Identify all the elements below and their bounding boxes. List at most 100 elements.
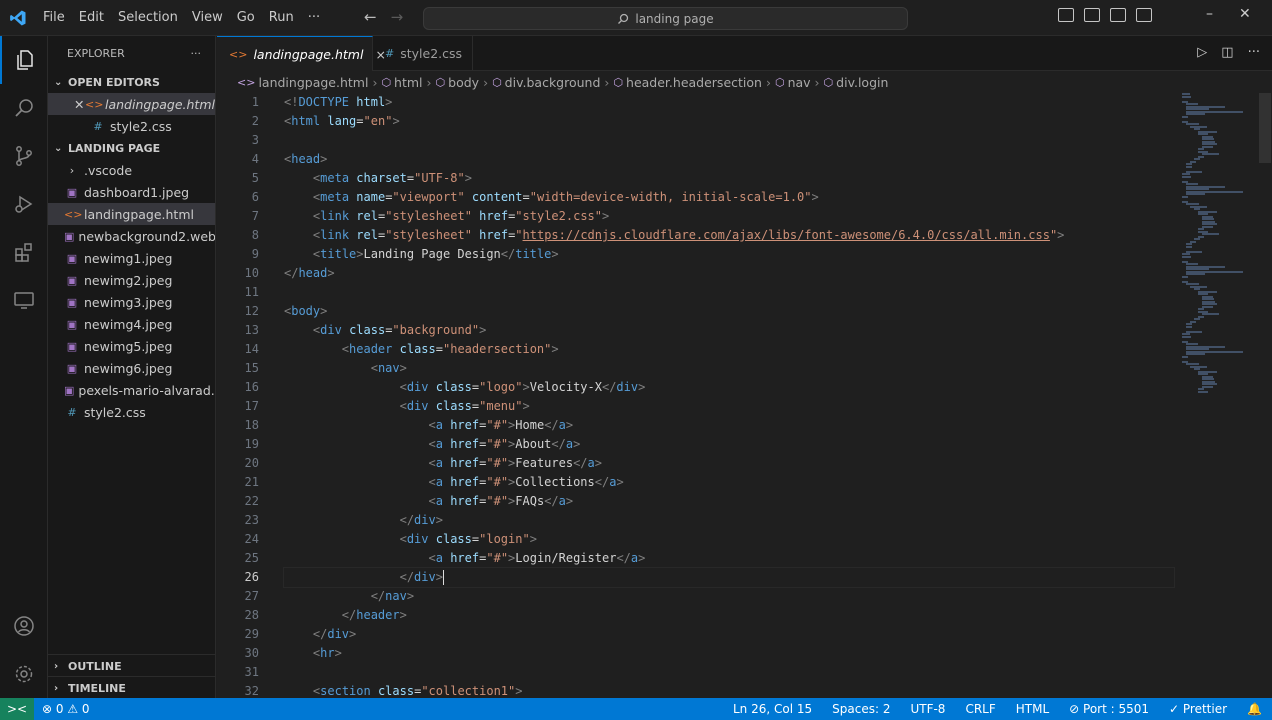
code-line[interactable]: <title>Landing Page Design</title> — [284, 245, 1184, 264]
code-line[interactable]: <a href="#">Collections</a> — [284, 473, 1184, 492]
open-editors-section[interactable]: ⌄ OPEN EDITORS — [48, 71, 215, 93]
file-item[interactable]: ▣ newimg5.jpeg — [48, 335, 215, 357]
code-line[interactable]: </div> — [284, 625, 1184, 644]
code-line[interactable] — [284, 663, 1184, 682]
file-item[interactable]: ▣ dashboard1.jpeg — [48, 181, 215, 203]
split-editor-icon[interactable]: ◫ — [1221, 45, 1233, 60]
close-icon[interactable]: ✕ — [74, 97, 85, 112]
landing-page-folder-section[interactable]: ⌄ LANDING PAGE — [48, 137, 215, 159]
end-of-line[interactable]: CRLF — [965, 702, 995, 716]
file-item-vscode[interactable]: › .vscode — [48, 159, 215, 181]
back-arrow-icon[interactable]: ← — [364, 8, 377, 26]
code-line[interactable]: <a href="#">Login/Register</a> — [284, 549, 1184, 568]
file-item[interactable]: ▣ newbackground2.webp — [48, 225, 215, 247]
explorer-icon[interactable] — [0, 36, 48, 84]
menu-more[interactable]: ··· — [301, 0, 327, 36]
close-window-icon[interactable]: ✕ — [1239, 6, 1251, 22]
menu-go[interactable]: Go — [230, 0, 262, 36]
code-line[interactable]: <html lang="en"> — [284, 112, 1184, 131]
code-line[interactable] — [284, 283, 1184, 302]
prettier-status[interactable]: ✓ Prettier — [1169, 702, 1227, 716]
toggle-secondary-sidebar-icon[interactable] — [1110, 8, 1126, 22]
breadcrumb-item[interactable]: nav — [788, 75, 811, 90]
code-line[interactable]: <section class="collection1"> — [284, 682, 1184, 698]
notifications-bell-icon[interactable]: 🔔 — [1247, 702, 1262, 716]
menu-selection[interactable]: Selection — [111, 0, 185, 36]
timeline-section[interactable]: › TIMELINE — [48, 676, 215, 698]
accounts-icon[interactable] — [0, 602, 48, 650]
indentation[interactable]: Spaces: 2 — [832, 702, 890, 716]
code-line[interactable]: <link rel="stylesheet" href="https://cdn… — [284, 226, 1184, 245]
breadcrumb-item[interactable]: div.background — [505, 75, 601, 90]
breadcrumb-item[interactable]: div.login — [836, 75, 888, 90]
code-line[interactable]: </div> — [283, 567, 1175, 588]
code-line[interactable]: <div class="login"> — [284, 530, 1184, 549]
command-center-search[interactable]: landing page — [423, 7, 908, 30]
breadcrumb-item[interactable]: header.headersection — [626, 75, 762, 90]
menu-edit[interactable]: Edit — [72, 0, 111, 36]
forward-arrow-icon[interactable]: → — [391, 8, 404, 26]
breadcrumb-item[interactable]: landingpage.html — [258, 75, 368, 90]
code-line[interactable]: <body> — [284, 302, 1184, 321]
vertical-scrollbar[interactable] — [1258, 93, 1272, 698]
menu-file[interactable]: File — [36, 0, 72, 36]
language-mode[interactable]: HTML — [1016, 702, 1049, 716]
problems-indicator[interactable]: ⊗ 0 ⚠ 0 — [42, 702, 90, 716]
scroll-thumb[interactable] — [1259, 93, 1271, 163]
live-server-port[interactable]: ⊘ Port : 5501 — [1069, 702, 1149, 716]
tab-landingpage[interactable]: <> landingpage.html × — [217, 36, 386, 71]
file-item-landingpage[interactable]: <> landingpage.html — [48, 203, 215, 225]
code-line[interactable]: <head> — [284, 150, 1184, 169]
outline-section[interactable]: › OUTLINE — [48, 654, 215, 677]
code-line[interactable]: <a href="#">FAQs</a> — [284, 492, 1184, 511]
file-item[interactable]: ▣ newimg1.jpeg — [48, 247, 215, 269]
menu-view[interactable]: View — [185, 0, 230, 36]
code-line[interactable]: <a href="#">About</a> — [284, 435, 1184, 454]
code-line[interactable]: <hr> — [284, 644, 1184, 663]
tab-style2[interactable]: # style2.css — [373, 36, 473, 71]
minimize-icon[interactable]: – — [1206, 6, 1213, 22]
code-line[interactable]: </nav> — [284, 587, 1184, 606]
code-line[interactable]: <link rel="stylesheet" href="style2.css"… — [284, 207, 1184, 226]
code-line[interactable]: <div class="menu"> — [284, 397, 1184, 416]
file-item[interactable]: ▣ newimg6.jpeg — [48, 357, 215, 379]
breadcrumb-item[interactable]: body — [448, 75, 479, 90]
file-item[interactable]: ▣ newimg4.jpeg — [48, 313, 215, 335]
search-icon[interactable] — [0, 84, 48, 132]
file-item-style2[interactable]: # style2.css — [48, 401, 215, 423]
code-line[interactable]: </header> — [284, 606, 1184, 625]
code-line[interactable] — [284, 131, 1184, 150]
breadcrumb-item[interactable]: html — [394, 75, 422, 90]
code-line[interactable]: </div> — [284, 511, 1184, 530]
extensions-icon[interactable] — [0, 228, 48, 276]
toggle-primary-sidebar-icon[interactable] — [1058, 8, 1074, 22]
code-line[interactable]: <a href="#">Home</a> — [284, 416, 1184, 435]
source-control-icon[interactable] — [0, 132, 48, 180]
code-line[interactable]: <meta charset="UTF-8"> — [284, 169, 1184, 188]
menu-run[interactable]: Run — [262, 0, 301, 36]
more-actions-icon[interactable]: ··· — [1248, 45, 1260, 60]
open-editor-item-landingpage[interactable]: ✕ <> landingpage.html — [48, 93, 215, 115]
customize-layout-icon[interactable] — [1136, 8, 1152, 22]
code-line[interactable]: <header class="headersection"> — [284, 340, 1184, 359]
minimap[interactable] — [1182, 93, 1257, 403]
run-icon[interactable]: ▷ — [1197, 45, 1207, 60]
explorer-more-icon[interactable]: ··· — [191, 47, 202, 60]
code-line[interactable]: <div class="background"> — [284, 321, 1184, 340]
encoding[interactable]: UTF-8 — [910, 702, 945, 716]
file-item[interactable]: ▣ newimg2.jpeg — [48, 269, 215, 291]
code-editor[interactable]: 1 2 3 4 5 6 7 8 9 10 11 12 13 14 15 16 17 18 19 20 21 22 23 24 2… — [217, 93, 1272, 698]
run-debug-icon[interactable] — [0, 180, 48, 228]
code-line[interactable]: <!DOCTYPE html> — [284, 93, 1184, 112]
file-item[interactable]: ▣ pexels-mario-alvarad... — [48, 379, 215, 401]
code-line[interactable]: <meta name="viewport" content="width=dev… — [284, 188, 1184, 207]
code-line[interactable]: <nav> — [284, 359, 1184, 378]
code-area[interactable]: <!DOCTYPE html> <html lang="en"> <head> <m… — [283, 93, 1184, 698]
toggle-panel-icon[interactable] — [1084, 8, 1100, 22]
cursor-position[interactable]: Ln 26, Col 15 — [733, 702, 812, 716]
code-line[interactable]: <a href="#">Features</a> — [284, 454, 1184, 473]
settings-gear-icon[interactable] — [0, 650, 48, 698]
open-editor-item-style2[interactable]: # style2.css — [48, 115, 215, 137]
code-line[interactable]: <div class="logo">Velocity-X</div> — [284, 378, 1184, 397]
code-line[interactable]: </head> — [284, 264, 1184, 283]
